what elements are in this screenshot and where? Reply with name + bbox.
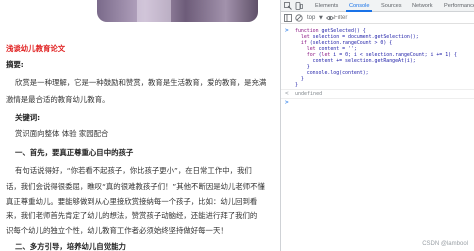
console-divider (281, 98, 474, 99)
hero-image (97, 0, 258, 22)
tab-performance[interactable]: Performance (444, 2, 474, 10)
article-pane: 浅谈幼儿教育论文 摘要: 欣赏是一种理解，它是一种鼓励和赞赏，教育是生活教育，爱… (0, 0, 280, 251)
section-1-title: 一、首先，要真正尊重心目中的孩子 (15, 148, 134, 157)
tab-sources[interactable]: Sources (381, 2, 402, 10)
select-element-icon[interactable] (284, 2, 292, 12)
context-selector[interactable]: top (307, 14, 315, 22)
tab-elements[interactable]: Elements (315, 2, 338, 10)
devtools-panel: Elements Console Sources Network Perform… (280, 0, 474, 251)
section-1-line-4: 来，我们老师首先肯定了幼儿的想法，赞赏孩子动脑经，还能进行拜了我们的 (6, 211, 258, 220)
console-result: undefined (295, 91, 323, 97)
clear-console-icon[interactable] (295, 14, 303, 24)
console-divider (281, 89, 474, 90)
section-1-line-2: 话，我们会说得很委屈，瞧叹“真的很难教孩子们！”其他不断因是幼儿老师不懂 (6, 182, 265, 191)
abstract-line-1: 欣赏是一种理解，它是一种鼓励和赞赏，教育是生活教育，爱的教育，是充满 (15, 78, 267, 87)
console-prompt-icon[interactable]: > (285, 100, 289, 106)
code-line-10: } (295, 82, 298, 88)
article-title: 浅谈幼儿教育论文 (6, 44, 66, 53)
code-line-8: console.log(content); (295, 70, 369, 76)
chevron-down-icon[interactable]: ▼ (319, 14, 323, 22)
sidebar-toggle-icon[interactable] (284, 14, 292, 24)
tab-network[interactable]: Network (412, 2, 433, 10)
keywords-label: 关键词: (15, 113, 41, 122)
tab-console[interactable]: Console (349, 2, 370, 10)
console-output[interactable]: > function getSelected() { let selection… (281, 25, 474, 251)
devtools-tab-bar: Elements Console Sources Network Perform… (281, 0, 474, 12)
keywords-text: 赏识面向整体 体验 家园配合 (15, 129, 109, 138)
eye-icon[interactable] (326, 14, 334, 24)
input-prompt-icon: > (285, 27, 289, 34)
console-toolbar: top ▼ (281, 12, 474, 24)
section-1-line-3: 真正尊重幼儿。要能够做到从心里接欣赏接纳每一个孩子，比如：幼儿回到看 (6, 197, 258, 206)
abstract-label: 摘要: (6, 60, 24, 69)
device-toolbar-icon[interactable] (295, 2, 303, 12)
section-2-title: 二、多方引导，培养幼儿自觉能力 (15, 242, 126, 251)
section-1-line-1: 有句话说得好，“你若看不起孩子，你比孩子更小”，在日常工作中，我们 (15, 166, 252, 175)
section-1-line-5: 识每个幼儿的独立个性，幼儿教育工作者必须始终坚持做好每一天！ (6, 226, 228, 235)
abstract-line-2: 激情是最合适的教育幼儿教育。 (6, 95, 110, 104)
result-arrow-icon: < (285, 90, 289, 97)
filter-input[interactable] (334, 14, 454, 22)
code-line-6: content += selection.getRangeAt(i); (295, 58, 416, 64)
watermark: CSDN @lambool (422, 241, 468, 247)
